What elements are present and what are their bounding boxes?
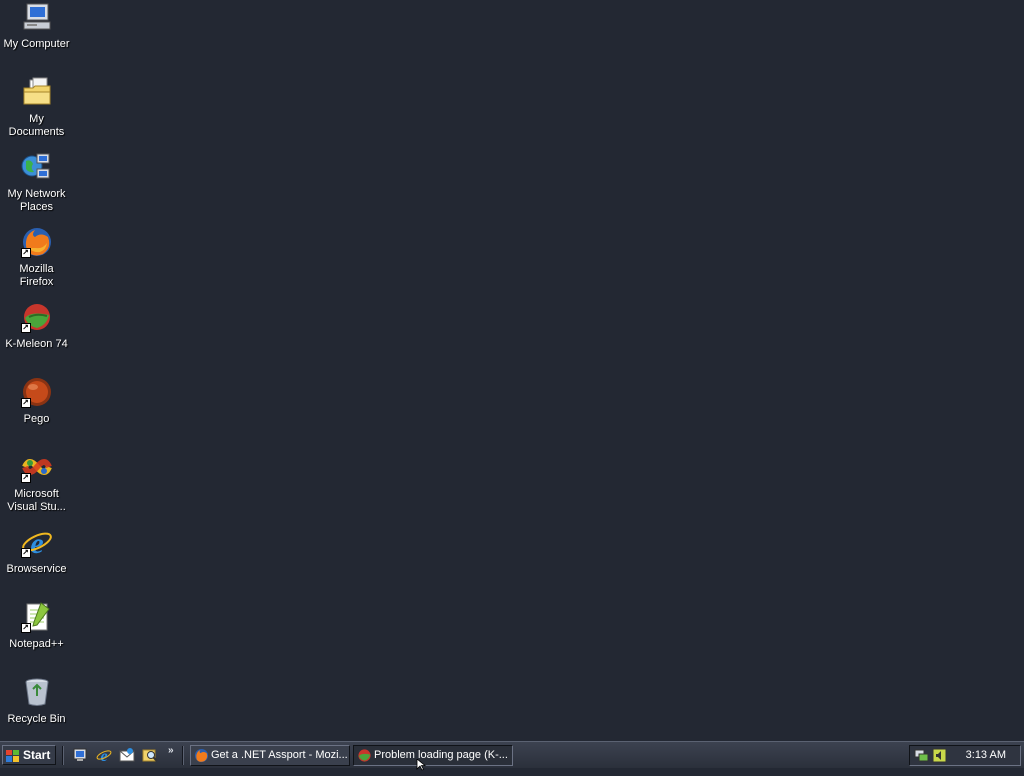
shortcut-arrow-icon: ↗	[20, 323, 31, 333]
internet-explorer-icon: e ↗	[20, 526, 53, 558]
desktop-icon-notepad-plus-plus[interactable]: ↗ Notepad++	[0, 601, 73, 671]
search-icon[interactable]	[142, 747, 158, 763]
shortcut-arrow-icon: ↗	[20, 248, 31, 258]
desktop-icon-browservice[interactable]: e ↗ Browservice	[0, 526, 73, 596]
firefox-icon	[194, 748, 209, 763]
desktop-icon-label: K-Meleon 74	[5, 338, 68, 350]
network-places-icon	[21, 151, 53, 183]
desktop-icon-pego[interactable]: ↗ Pego	[0, 376, 73, 446]
internet-explorer-icon[interactable]: e	[96, 747, 112, 763]
svg-text:e: e	[30, 527, 43, 558]
windows-logo-icon	[6, 749, 19, 762]
desktop-icon-my-documents[interactable]: My Documents	[0, 76, 73, 146]
task-button-firefox[interactable]: Get a .NET Assport - Mozi...	[190, 745, 350, 766]
desktop-icon-label: Recycle Bin	[7, 713, 66, 725]
taskbar-separator	[62, 746, 64, 765]
network-tray-icon[interactable]	[914, 748, 929, 763]
desktop[interactable]: My Computer My Documents My Network Plac…	[0, 0, 1024, 741]
quick-launch-more-button[interactable]: »	[168, 745, 174, 756]
shortcut-arrow-icon: ↗	[20, 398, 31, 408]
svg-text:e: e	[100, 748, 107, 763]
pego-icon: ↗	[20, 376, 53, 408]
desktop-icon-recycle-bin[interactable]: Recycle Bin	[0, 676, 73, 746]
desktop-icon-label: Microsoft Visual Stu...	[7, 488, 66, 513]
shortcut-arrow-icon: ↗	[20, 548, 31, 558]
show-desktop-icon[interactable]	[72, 747, 88, 763]
k-meleon-icon: ↗	[20, 301, 53, 333]
recycle-bin-icon	[21, 676, 53, 708]
clock[interactable]: 3:13 AM	[966, 746, 1006, 765]
desktop-icon-visual-studio[interactable]: ↗ Microsoft Visual Stu...	[0, 451, 73, 521]
k-meleon-icon	[357, 748, 372, 763]
system-tray: 3:13 AM	[909, 745, 1021, 766]
desktop-icon-label: Browservice	[6, 563, 67, 575]
my-documents-icon	[21, 76, 53, 108]
firefox-icon: ↗	[20, 226, 53, 258]
desktop-icon-k-meleon[interactable]: ↗ K-Meleon 74	[0, 301, 73, 371]
desktop-icon-label: My Documents	[8, 113, 65, 138]
notepad-plus-plus-icon: ↗	[20, 601, 53, 633]
desktop-icon-my-network-places[interactable]: My Network Places	[0, 151, 73, 221]
my-computer-icon	[21, 1, 53, 33]
visual-studio-icon: ↗	[20, 451, 53, 483]
desktop-icon-label: My Network Places	[7, 188, 66, 213]
desktop-icon-label: Notepad++	[9, 638, 64, 650]
shortcut-arrow-icon: ↗	[20, 473, 31, 483]
desktop-icon-mozilla-firefox[interactable]: ↗ Mozilla Firefox	[0, 226, 73, 296]
shortcut-arrow-icon: ↗	[20, 623, 31, 633]
mouse-cursor-icon	[416, 758, 428, 771]
desktop-icon-my-computer[interactable]: My Computer	[0, 1, 73, 71]
desktop-icon-label: My Computer	[3, 38, 70, 50]
start-label: Start	[23, 748, 51, 762]
taskbar-separator	[182, 746, 184, 765]
taskbar: Start e » Get a .NET Assport - Mozi... P…	[0, 741, 1024, 768]
task-button-label: Problem loading page (K-...	[374, 749, 508, 761]
desktop-icon-label: Mozilla Firefox	[19, 263, 54, 288]
volume-tray-icon[interactable]	[932, 748, 947, 763]
outlook-express-icon[interactable]	[119, 747, 135, 763]
task-button-label: Get a .NET Assport - Mozi...	[211, 749, 348, 761]
start-button[interactable]: Start	[2, 745, 56, 765]
desktop-icon-label: Pego	[23, 413, 50, 425]
task-button-k-meleon[interactable]: Problem loading page (K-...	[353, 745, 513, 766]
